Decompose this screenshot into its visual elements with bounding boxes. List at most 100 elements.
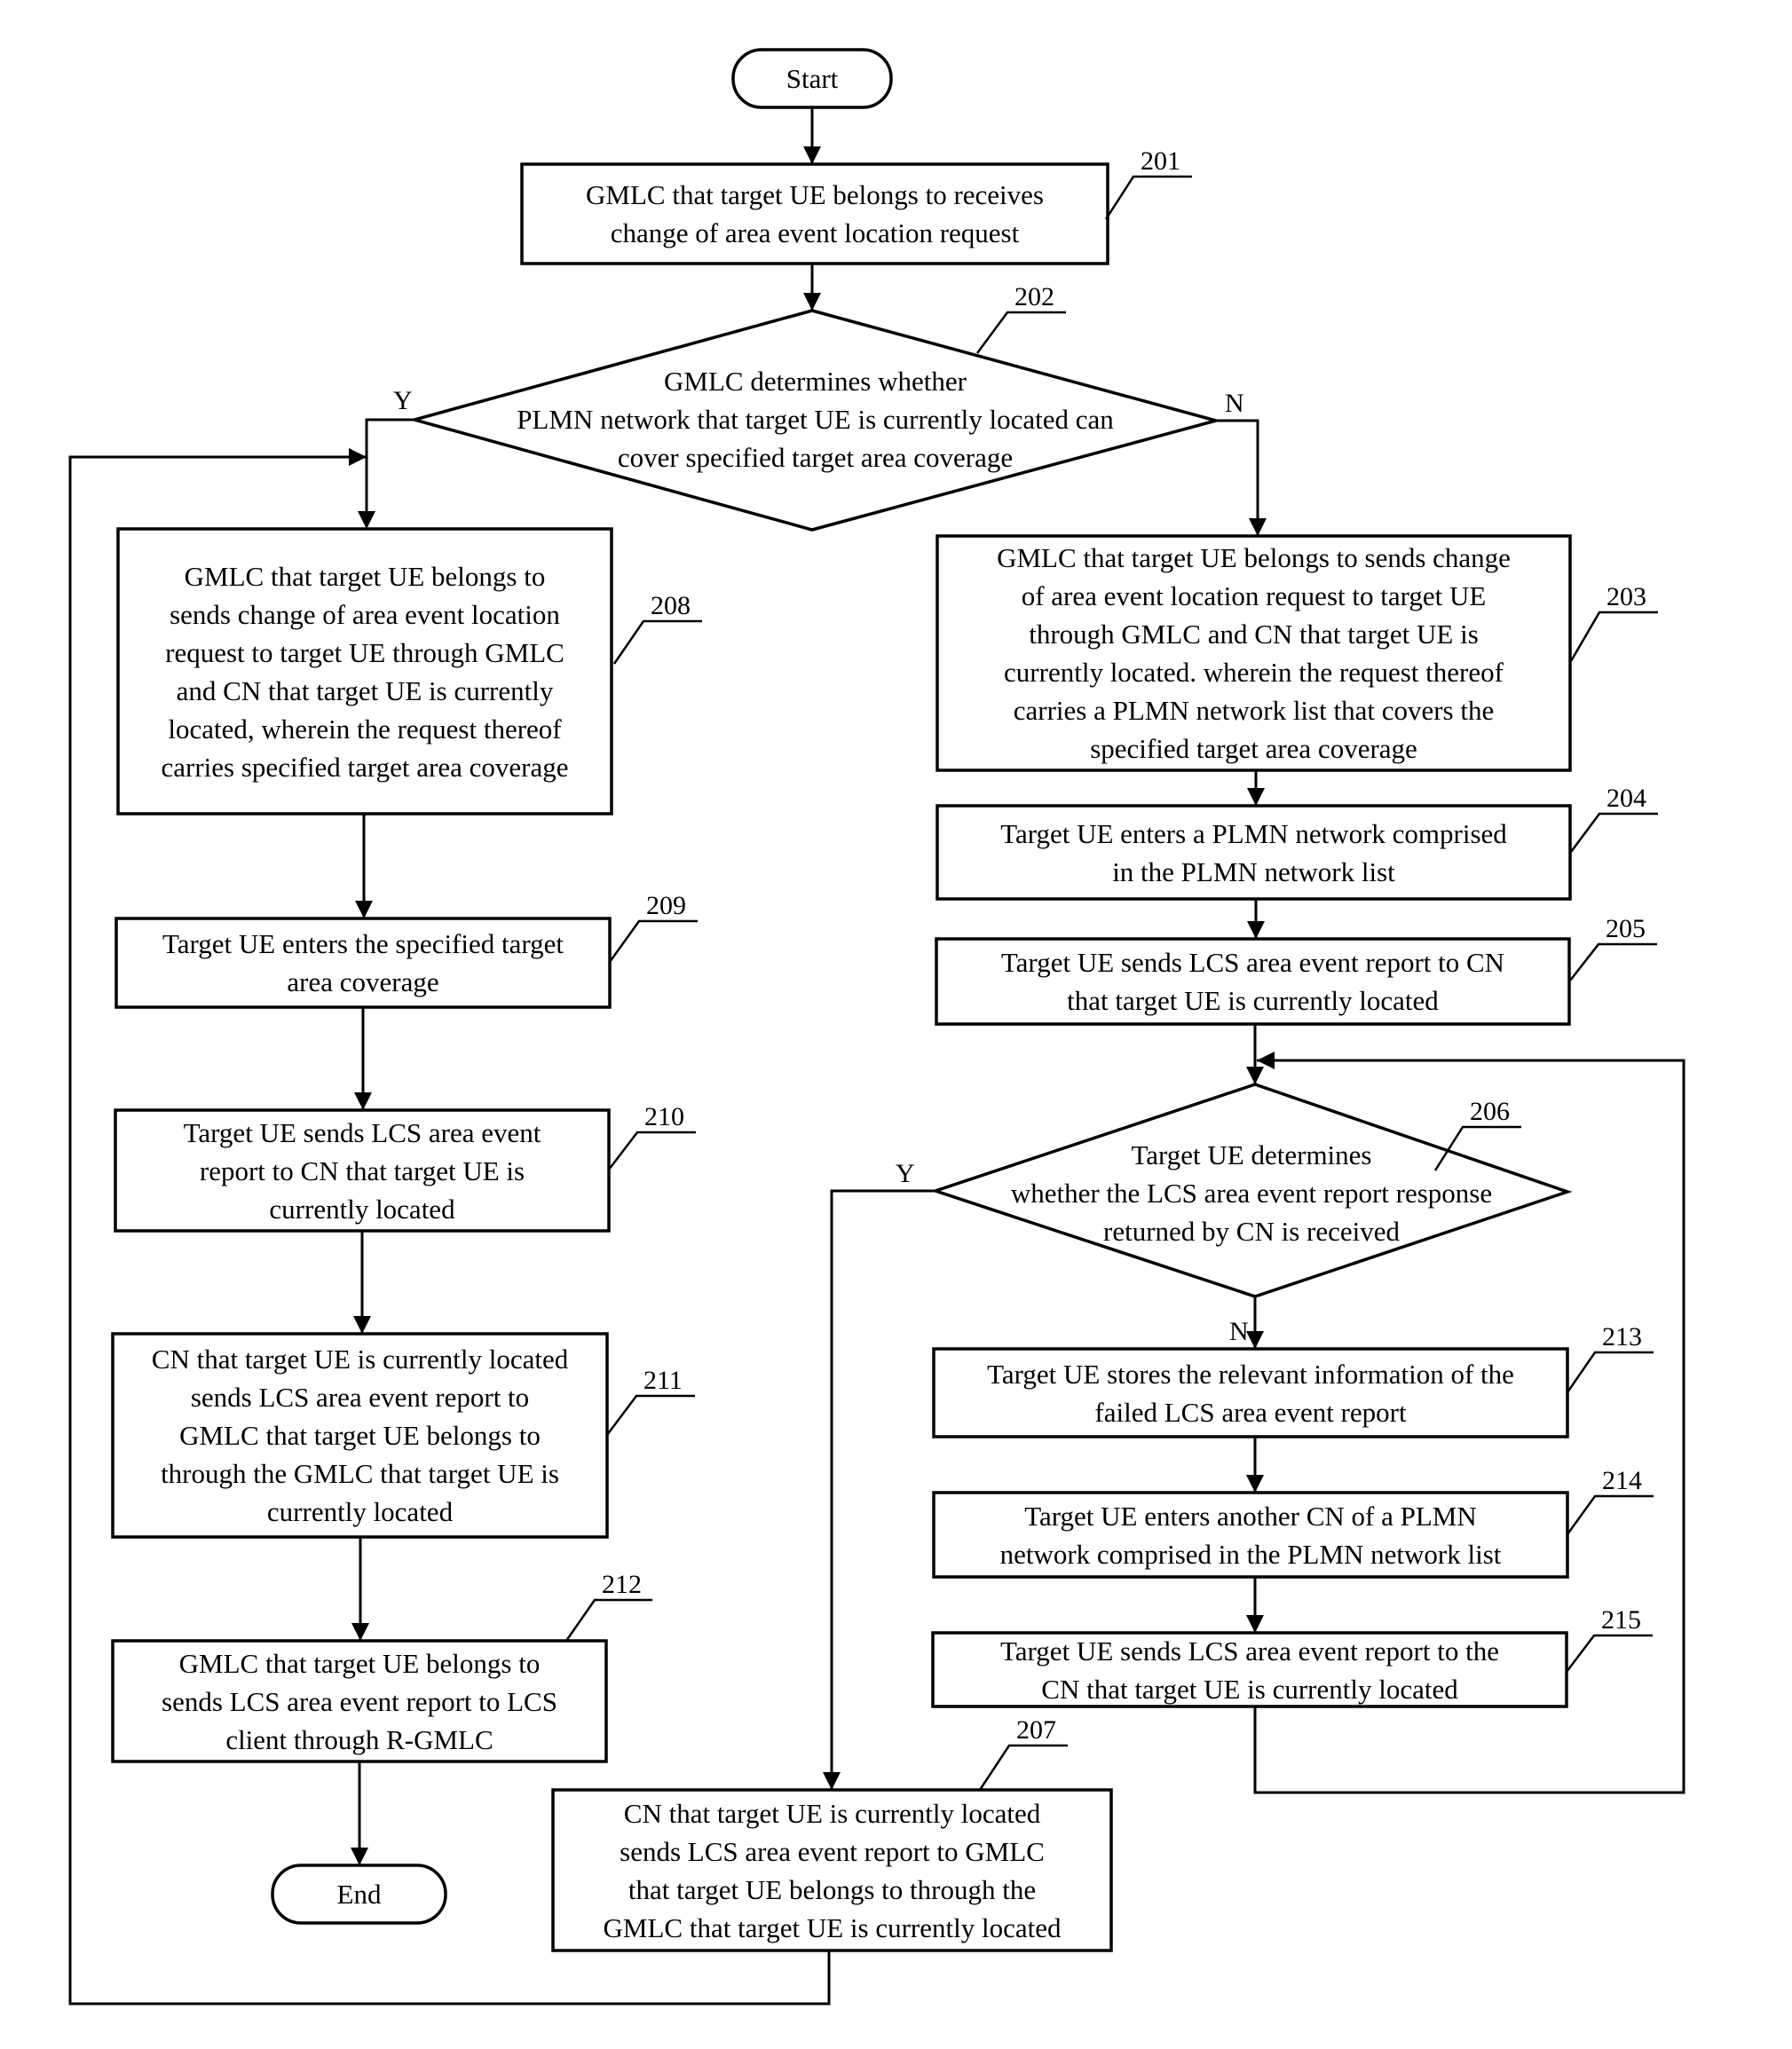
ref-207: 207 [1016, 1715, 1056, 1745]
text-line: report to CN that target UE is [199, 1155, 525, 1186]
text-line: GMLC that target UE belongs to sends cha… [997, 542, 1511, 573]
text-line: of area event location request to target… [1021, 580, 1487, 611]
text-line: network comprised in the PLMN network li… [999, 1538, 1502, 1570]
connector-202-no-203 [1216, 419, 1267, 536]
text-line: sends LCS area event report to [190, 1382, 530, 1413]
text-line: located, wherein the request thereof [168, 713, 562, 745]
text-line: returned by CN is received [1103, 1216, 1400, 1247]
text-line: area coverage [287, 966, 439, 997]
text-line: in the PLMN network list [1112, 855, 1395, 887]
text-line: Target UE enters another CN of a PLMN [1024, 1500, 1477, 1532]
text-line: Target UE sends LCS area event [183, 1116, 541, 1148]
text-line: currently located [266, 1496, 454, 1527]
step-215-text: Target UE sends LCS area event report to… [933, 1633, 1567, 1706]
text-line: GMLC that target UE belongs to [179, 1420, 541, 1451]
text-line: through GMLC and CN that target UE is [1029, 619, 1479, 650]
ref-212: 212 [602, 1570, 642, 1599]
leader-202 [975, 311, 1066, 354]
text-line: whether the LCS area event report respon… [1010, 1178, 1493, 1209]
text-line: GMLC that target UE belongs to [178, 1647, 541, 1679]
start-text: Start [785, 63, 839, 94]
end-label: End [272, 1865, 446, 1923]
text-line: through the GMLC that target UE is [161, 1458, 559, 1489]
text-line: carries a PLMN network list that covers … [1013, 695, 1495, 726]
text-line: GMLC that target UE belongs to [184, 560, 546, 592]
leader-210 [608, 1131, 696, 1170]
text-line: that target UE belongs to through the [628, 1873, 1037, 1905]
text-line: sends change of area event location [170, 598, 560, 630]
end-text: End [336, 1879, 382, 1910]
leader-209 [608, 919, 698, 963]
text-line: currently located. wherein the request t… [1004, 657, 1504, 688]
ref-214: 214 [1602, 1466, 1642, 1495]
branch-202-yes: Y [393, 386, 413, 415]
text-line: cover specified target area coverage [617, 442, 1014, 473]
step-204-text: Target UE enters a PLMN network comprise… [937, 806, 1570, 899]
leader-212 [564, 1598, 652, 1642]
step-201-text: GMLC that target UE belongs to receives … [522, 164, 1108, 264]
text-line: failed LCS area event report [1094, 1396, 1407, 1428]
text-line: request to target UE through GMLC [165, 636, 564, 668]
connector-206-yes-207 [823, 1189, 935, 1790]
leader-211 [606, 1394, 695, 1436]
text-line: GMLC that target UE belongs to receives [586, 179, 1044, 210]
start-label: Start [733, 50, 891, 107]
text-line: Target UE sends LCS area event report to… [1000, 947, 1505, 978]
step-213-text: Target UE stores the relevant informatio… [934, 1349, 1567, 1437]
text-line: Target UE determines [1131, 1139, 1372, 1170]
text-line: GMLC determines whether [664, 366, 967, 397]
text-line: Target UE enters the specified target [162, 928, 564, 959]
branch-206-no: N [1229, 1317, 1249, 1346]
step-211-text: CN that target UE is currently located s… [113, 1334, 607, 1537]
ref-209: 209 [646, 891, 686, 920]
text-line: CN that target UE is currently located [623, 1797, 1041, 1829]
leader-203 [1569, 611, 1658, 662]
ref-211: 211 [643, 1366, 683, 1395]
step-208-text: GMLC that target UE belongs to sends cha… [118, 529, 612, 814]
ref-202: 202 [1014, 282, 1054, 311]
text-line: sends LCS area event report to GMLC [620, 1835, 1045, 1867]
text-line: CN that target UE is currently located [151, 1344, 569, 1375]
ref-205: 205 [1606, 914, 1646, 943]
text-line: Target UE sends LCS area event report to… [1000, 1635, 1499, 1667]
decision-202-text: GMLC determines whether PLMN network tha… [414, 359, 1216, 479]
ref-201: 201 [1141, 146, 1180, 176]
text-line: GMLC that target UE is currently located [603, 1911, 1062, 1943]
ref-206: 206 [1470, 1097, 1510, 1126]
step-209-text: Target UE enters the specified target ar… [116, 918, 610, 1007]
ref-213: 213 [1602, 1322, 1642, 1352]
leader-208 [612, 619, 702, 665]
decision-206-text: Target UE determines whether the LCS are… [935, 1133, 1567, 1253]
leader-205 [1569, 942, 1657, 981]
leader-207 [978, 1744, 1068, 1791]
leader-213 [1566, 1351, 1654, 1393]
text-line: change of area event location request [610, 217, 1020, 248]
text-line: Target UE stores the relevant informatio… [987, 1358, 1514, 1390]
step-203-text: GMLC that target UE belongs to sends cha… [937, 536, 1570, 770]
ref-215: 215 [1601, 1605, 1641, 1635]
text-line: currently located [269, 1193, 455, 1225]
branch-202-no: N [1225, 389, 1244, 418]
ref-203: 203 [1606, 582, 1646, 611]
leader-214 [1566, 1494, 1654, 1535]
leader-215 [1566, 1634, 1653, 1673]
text-line: specified target area coverage [1090, 733, 1417, 764]
leader-204 [1569, 812, 1658, 853]
step-214-text: Target UE enters another CN of a PLMN ne… [934, 1493, 1567, 1577]
connector-202-yes-208 [358, 418, 414, 529]
step-207-text: CN that target UE is currently located s… [553, 1790, 1111, 1950]
step-205-text: Target UE sends LCS area event report to… [936, 939, 1569, 1024]
text-line: sends LCS area event report to LCS [162, 1685, 557, 1717]
ref-204: 204 [1606, 784, 1646, 813]
text-line: CN that target UE is currently located [1041, 1673, 1458, 1705]
text-line: and CN that target UE is currently [176, 674, 554, 706]
leader-201 [1104, 175, 1192, 220]
text-line: carries specified target area coverage [161, 751, 569, 783]
ref-208: 208 [651, 591, 691, 620]
text-line: that target UE is currently located [1067, 985, 1439, 1016]
text-line: PLMN network that target UE is currently… [517, 404, 1114, 435]
step-210-text: Target UE sends LCS area event report to… [115, 1110, 609, 1231]
text-line: client through R-GMLC [225, 1723, 493, 1755]
ref-210: 210 [644, 1102, 684, 1131]
text-line: Target UE enters a PLMN network comprise… [1000, 817, 1507, 849]
